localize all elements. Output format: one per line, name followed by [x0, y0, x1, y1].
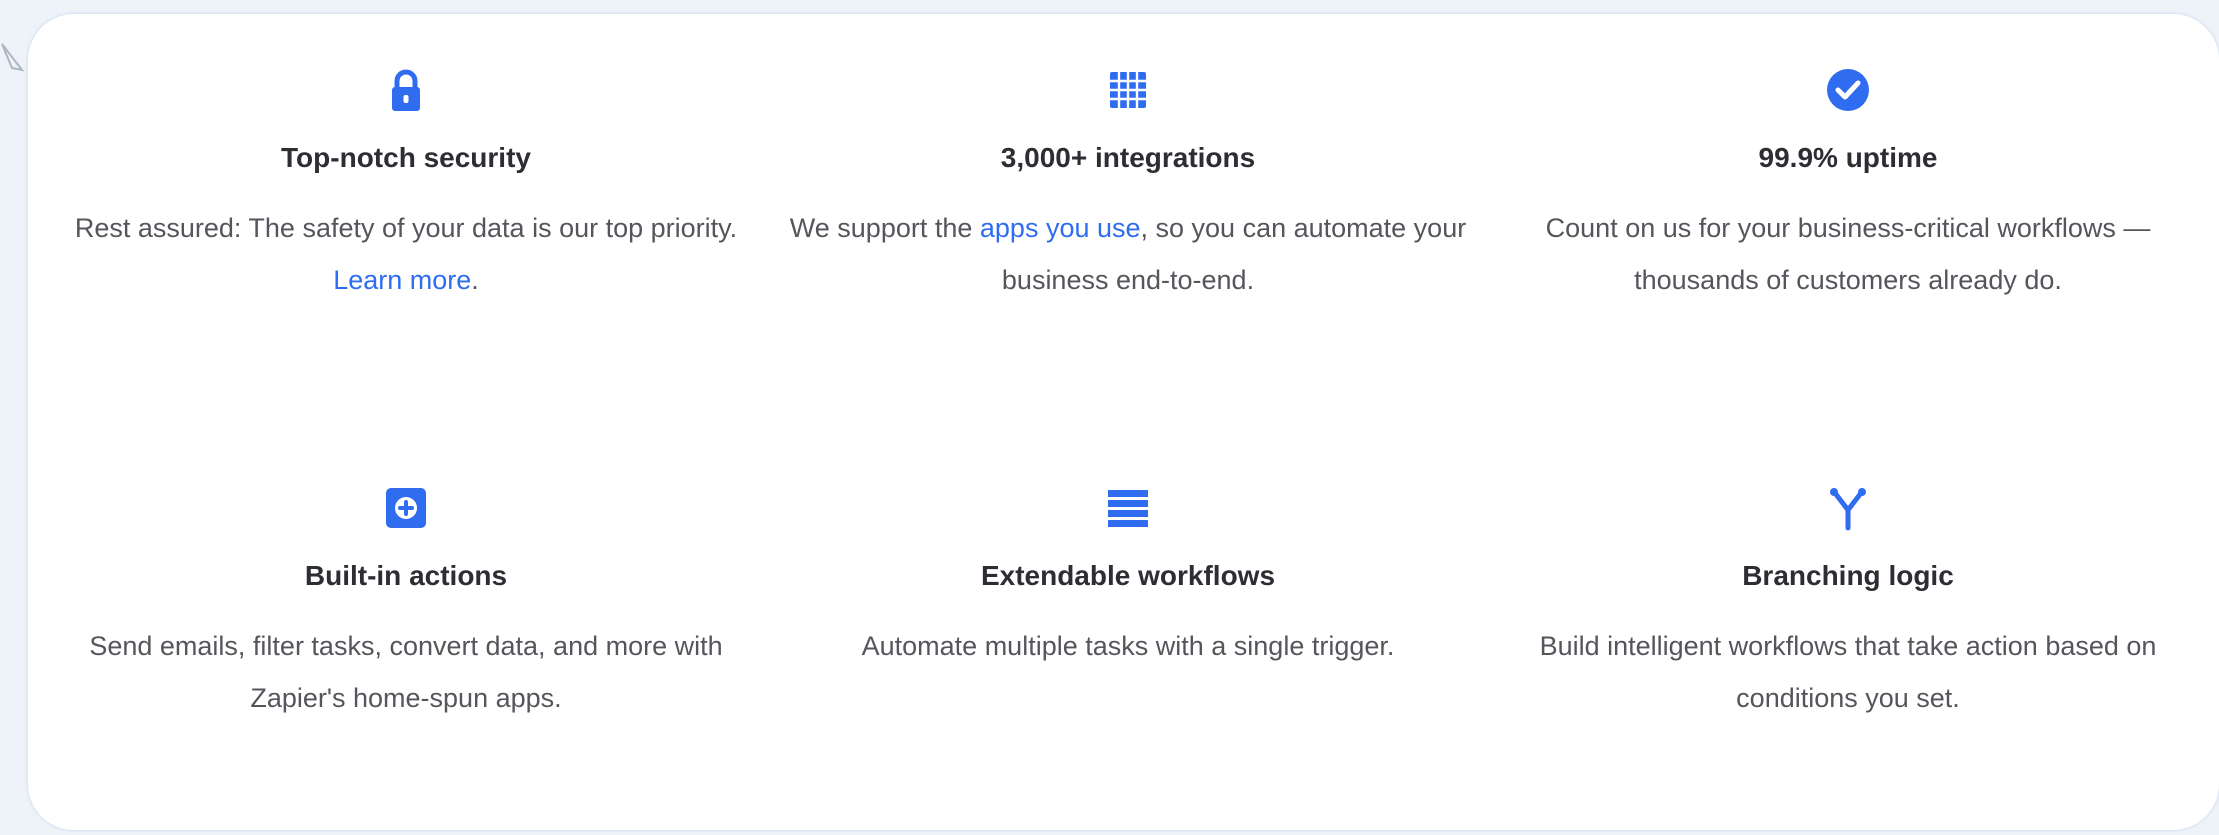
feature-title: Built-in actions — [304, 560, 508, 591]
cursor-arrow-icon — [1, 43, 25, 72]
feature-description: Send emails, filter tasks, convert data,… — [89, 631, 723, 713]
feature-uptime: 99.9% uptime Count on us for your busine… — [1488, 66, 2208, 306]
feature-extendable-workflows: Extendable workflows Automate multiple t… — [768, 484, 1488, 672]
feature-built-in-actions: Built-in actions Send emails, filter tas… — [46, 484, 766, 724]
description-text-end: . — [471, 265, 479, 295]
feature-branching-logic: Branching logic Build intelligent workfl… — [1488, 484, 2208, 724]
list-icon — [1108, 490, 1148, 527]
features-grid: Top-notch security Rest assured: The saf… — [28, 14, 2219, 830]
branch-icon — [1830, 488, 1866, 531]
feature-title: 3,000+ integrations — [1000, 142, 1256, 173]
check-circle-icon — [1827, 69, 1869, 111]
feature-title: 99.9% uptime — [1758, 142, 1938, 173]
features-card: Top-notch security Rest assured: The saf… — [28, 14, 2219, 830]
grid-icon — [1110, 72, 1146, 108]
feature-title: Branching logic — [1742, 560, 1954, 591]
feature-description: Rest assured: The safety of your data is… — [46, 202, 766, 306]
feature-title: Top-notch security — [281, 142, 531, 173]
description-text: We support the — [789, 213, 980, 243]
feature-title: Extendable workflows — [980, 560, 1276, 591]
plus-square-icon — [386, 488, 426, 528]
feature-description: Count on us for your business-critical w… — [1545, 213, 2151, 295]
page: Top-notch security Rest assured: The saf… — [0, 0, 2219, 835]
feature-integrations: 3,000+ integrations We support the apps … — [768, 66, 1488, 306]
learn-more-link[interactable]: Learn more — [333, 265, 471, 295]
lock-icon — [392, 69, 420, 111]
description-text: Rest assured: The safety of your data is… — [74, 213, 738, 243]
apps-you-use-link[interactable]: apps you use — [980, 213, 1141, 243]
feature-description: We support the apps you use, so you can … — [768, 202, 1488, 306]
feature-description: Automate multiple tasks with a single tr… — [861, 631, 1395, 661]
feature-description: Build intelligent workflows that take ac… — [1539, 631, 2157, 713]
feature-security: Top-notch security Rest assured: The saf… — [46, 66, 766, 306]
